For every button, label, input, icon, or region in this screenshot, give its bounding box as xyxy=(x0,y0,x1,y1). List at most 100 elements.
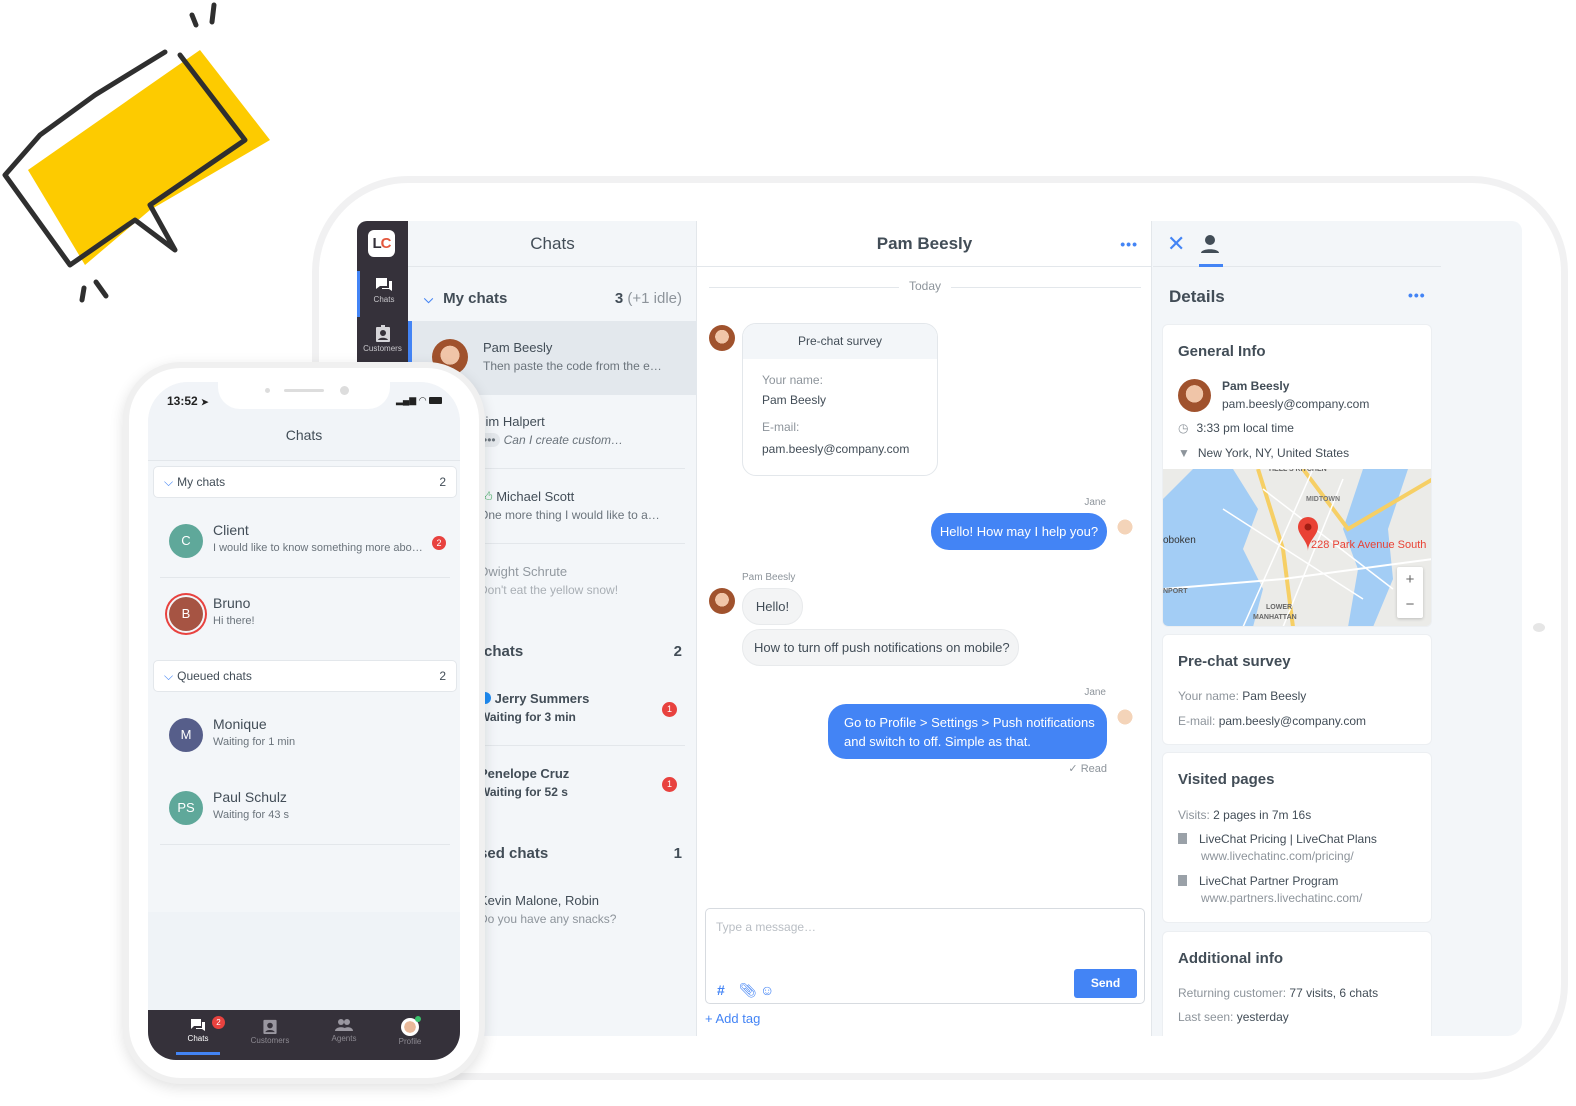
more-options-icon[interactable]: ••• xyxy=(1408,287,1426,303)
chat-preview: Then paste the code from the e… xyxy=(483,359,662,373)
tab-label: Customers xyxy=(250,1036,290,1045)
chat-preview: Waiting for 52 s xyxy=(479,785,568,799)
map-zoom-out-button[interactable]: − xyxy=(1397,592,1423,617)
message-line: and switch to off. Simple as that. xyxy=(844,734,1031,749)
phone-chat-item[interactable]: C Client I would like to know something … xyxy=(148,506,460,578)
online-status-dot xyxy=(415,1016,421,1022)
chat-name: Michael Scott xyxy=(496,489,575,504)
unread-badge: 1 xyxy=(662,702,677,717)
visited-page: LiveChat Partner Program xyxy=(1178,874,1338,888)
page-title: LiveChat Partner Program xyxy=(1199,874,1339,888)
status-icons: ▂▄▆ ◠ xyxy=(396,395,443,406)
chevron-down-icon: ⌵ xyxy=(164,475,174,489)
agent-message: Go to Profile > Settings > Push notifica… xyxy=(828,704,1107,759)
page-url-link[interactable]: www.partners.livechatinc.com/ xyxy=(1201,891,1362,905)
customer-avatar xyxy=(709,325,735,351)
chat-preview: I would like to know something more abo… xyxy=(213,542,423,554)
phone-queued-item[interactable]: PS Paul Schulz Waiting for 43 s xyxy=(148,773,460,845)
phone-empty-area xyxy=(148,912,460,1010)
chat-preview: Do you have any snacks? xyxy=(479,912,617,926)
divider xyxy=(479,468,685,469)
signal-icon: ▂▄▆ xyxy=(396,395,417,405)
page-url-link[interactable]: www.livechatinc.com/pricing/ xyxy=(1201,849,1354,863)
logo-l: L xyxy=(372,235,381,252)
field-label: Visits: xyxy=(1178,808,1210,822)
section-count: 3 (+1 idle) xyxy=(615,290,682,307)
visited-page: LiveChat Pricing | LiveChat Plans xyxy=(1178,832,1377,846)
phone-screen: 13:52 ➤ ▂▄▆ ◠ Chats ⌵ My chats 2 C Client… xyxy=(148,382,460,1060)
phone-tab-profile[interactable]: Profile xyxy=(380,1016,440,1046)
chat-preview: Waiting for 3 min xyxy=(479,710,576,724)
field-value: 77 visits, 6 chats xyxy=(1289,986,1379,1000)
chat-name-row: Jerry Summers xyxy=(479,691,589,706)
chat-preview-typing: ••• Can I create custom… xyxy=(479,433,623,447)
status-time: 13:52 ➤ xyxy=(167,394,209,408)
survey-email-value: pam.beesly@company.com xyxy=(762,442,910,456)
survey-email-label: E-mail: xyxy=(762,420,800,434)
customer-message: How to turn off push notifications on mo… xyxy=(742,629,1019,666)
survey-name-row: Your name: Pam Beesly xyxy=(1178,689,1306,703)
card-title: Additional info xyxy=(1178,950,1283,967)
chat-name: Client xyxy=(213,522,249,538)
attachment-icon[interactable]: 📎︎ xyxy=(739,982,757,999)
more-options-icon[interactable]: ••• xyxy=(1120,221,1138,267)
phone-section-my-chats[interactable]: ⌵ My chats 2 xyxy=(153,466,457,498)
emoji-icon[interactable]: ☺︎ xyxy=(760,982,774,998)
chat-name: Paul Schulz xyxy=(213,789,287,805)
phone-tab-customers[interactable]: Customers xyxy=(240,1018,300,1045)
map-label: LOWER xyxy=(1266,604,1293,611)
message-line: Go to Profile > Settings > Push notifica… xyxy=(844,715,1095,730)
phone-tab-agents[interactable]: Agents xyxy=(314,1018,374,1043)
add-tag-link[interactable]: + Add tag xyxy=(705,1011,760,1026)
close-icon[interactable]: ✕ xyxy=(1167,231,1185,257)
chat-title: Pam Beesly xyxy=(876,234,973,253)
location: New York, NY, United States xyxy=(1197,446,1350,460)
message-composer[interactable]: Type a message… # 📎︎ ☺︎ Send xyxy=(705,908,1145,1004)
message-author: Jane xyxy=(1084,687,1106,698)
tab-label: Agents xyxy=(331,1034,357,1043)
map-zoom-controls: + − xyxy=(1397,567,1423,618)
tab-customer-info[interactable] xyxy=(1199,234,1223,267)
tab-badge: 2 xyxy=(212,1016,225,1029)
phone-section-queued-chats[interactable]: ⌵ Queued chats 2 xyxy=(153,660,457,692)
speaker xyxy=(284,389,324,392)
pre-chat-survey-card: Pre-chat survey Your name: Pam Beesly E-… xyxy=(742,323,938,476)
location-map[interactable]: 228 Park Avenue South HELL'S KITCHEN MID… xyxy=(1163,469,1431,626)
date-divider: Today xyxy=(709,279,1141,295)
chat-preview: Waiting for 1 min xyxy=(213,736,296,748)
logo-c: C xyxy=(380,235,392,252)
nav-item-chats[interactable]: Chats xyxy=(357,271,408,317)
chat-name: Jim Halpert xyxy=(479,414,545,429)
survey-email-row: E-mail: pam.beesly@company.com xyxy=(1178,714,1366,728)
tag-hash-icon[interactable]: # xyxy=(717,982,725,998)
phone-queued-item[interactable]: M Monique Waiting for 1 min xyxy=(148,700,460,772)
agent-message: Hello! How may I help you? xyxy=(931,513,1107,550)
map-zoom-in-button[interactable]: + xyxy=(1397,567,1423,592)
section-count: 1 xyxy=(673,845,682,862)
pre-chat-survey-card: Pre-chat survey Your name: Pam Beesly E-… xyxy=(1162,634,1432,745)
last-seen-row: Last seen: yesterday xyxy=(1178,1010,1289,1024)
phone-chat-item[interactable]: B Bruno Hi there! xyxy=(148,579,460,651)
survey-title: Pre-chat survey xyxy=(743,324,937,359)
wifi-icon: ◠ xyxy=(418,395,427,405)
nav-item-customers[interactable]: Customers xyxy=(357,319,408,365)
battery-icon xyxy=(429,397,443,404)
sensor-dot xyxy=(265,388,270,393)
customers-icon xyxy=(375,325,390,342)
send-button[interactable]: Send xyxy=(1074,969,1137,998)
chevron-down-icon: ⌵ xyxy=(164,669,174,683)
speech-bubble-decoration xyxy=(2,2,270,303)
typing-text: Can I create custom… xyxy=(503,433,623,447)
chat-preview: Waiting for 43 s xyxy=(213,809,290,821)
returning-row: Returning customer: 77 visits, 6 chats xyxy=(1178,986,1378,1000)
chat-header: Pam Beesly ••• xyxy=(697,221,1152,267)
section-my-chats[interactable]: ⌵ My chats 3 (+1 idle) xyxy=(424,290,682,314)
message-author: Jane xyxy=(1084,497,1106,508)
phone-title: Chats xyxy=(148,427,460,461)
chat-name-row: 👍︎ Michael Scott xyxy=(479,489,574,505)
unread-badge: 1 xyxy=(662,777,677,792)
tab-label: Chats xyxy=(187,1034,209,1043)
agent-avatar xyxy=(1112,514,1138,540)
camera-dot xyxy=(340,386,349,395)
unread-badge: 2 xyxy=(432,536,446,550)
